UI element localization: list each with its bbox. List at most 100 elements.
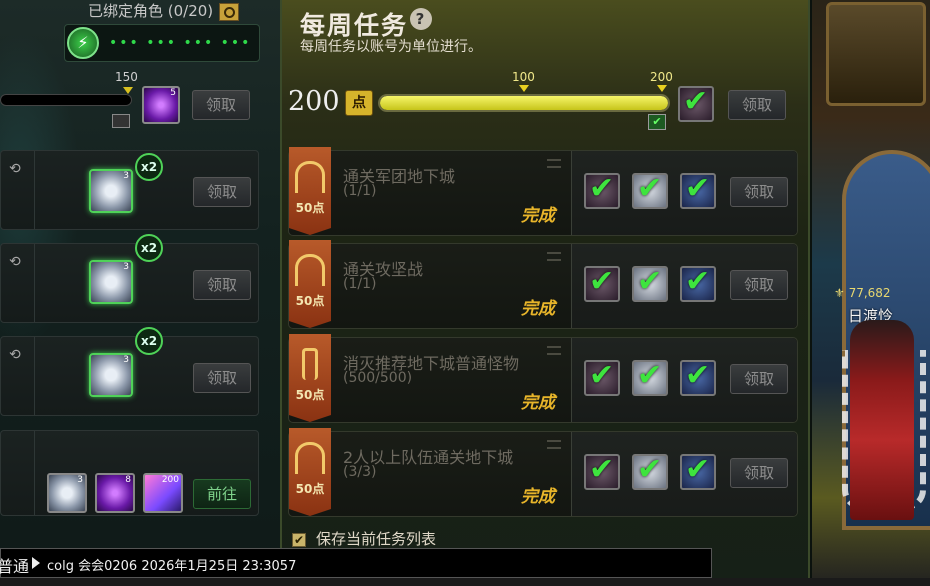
divider <box>34 337 35 415</box>
task-row: 50点 消灭推荐地下城普通怪物 (500/500) 完成 ✔ ✔ ✔ 领取 <box>288 334 798 423</box>
item-count: 200 <box>161 475 179 485</box>
milestone-200-label: 200 <box>650 70 673 84</box>
checkmark-icon: ✔ <box>589 264 615 299</box>
weekly-claim-button[interactable]: 领取 <box>728 90 786 120</box>
game-world-view: ⚜ 77,682 日渡怜 <box>812 0 930 586</box>
save-task-list-checkbox[interactable]: ✔ 保存当前任务列表 <box>292 528 436 549</box>
reward-icon[interactable]: ✔ <box>632 264 668 302</box>
item-count: 3 <box>123 262 129 272</box>
task-row: 50点 通关攻坚战 (1/1) 完成 ✔ ✔ ✔ 领取 <box>288 240 798 329</box>
scenery-structure <box>826 2 926 106</box>
gold-value: 77,682 <box>848 286 891 300</box>
left-reward-row: ⟲ 3 x2 领取 <box>0 327 259 416</box>
search-icon[interactable] <box>219 2 240 21</box>
reward-preview-icon[interactable] <box>112 114 130 128</box>
bottom-strip <box>0 578 930 586</box>
refresh-icon[interactable]: ⟲ <box>9 347 21 363</box>
left-claim-button[interactable]: 领取 <box>192 90 250 120</box>
reward-icon[interactable]: ✔ <box>584 171 620 209</box>
reward-icon[interactable]: ✔ <box>584 264 620 302</box>
reward-icon[interactable]: ✔ <box>680 358 716 396</box>
level-progress-bar <box>0 87 133 106</box>
chat-bar: 普通 colg 会会0206 2026年1月25日 23:3057 <box>0 548 712 578</box>
task-progress: (1/1) <box>343 276 377 292</box>
points-banner: 50点 <box>289 334 331 422</box>
milestone-100-marker-icon <box>519 85 529 92</box>
reward-icon[interactable]: ✔ <box>584 452 620 490</box>
player-character[interactable] <box>850 320 914 520</box>
energy-gauge: ⚡ ••• ••• ••• ••• <box>64 24 260 62</box>
purple-orb-reward-icon[interactable]: 5 <box>142 86 180 124</box>
reward-icon[interactable]: ✔ <box>680 452 716 490</box>
item-count: 8 <box>125 475 131 485</box>
go-button[interactable]: 前往 <box>193 479 251 509</box>
checkmark-icon: ✔ <box>637 358 663 393</box>
purple-orb-item-icon[interactable]: 8 <box>95 473 135 513</box>
play-arrow-icon <box>32 557 40 569</box>
checkbox-icon[interactable]: ✔ <box>292 532 306 547</box>
multiplier-badge: x2 <box>135 234 163 262</box>
multiplier-badge: x2 <box>135 153 163 181</box>
help-icon[interactable]: ? <box>410 8 433 30</box>
reward-icon[interactable]: ✔ <box>584 358 620 396</box>
points-banner: 50点 <box>289 240 331 328</box>
milestone-check-icon: ✔ <box>648 114 666 130</box>
divider <box>34 151 35 229</box>
task-points: 50点 <box>295 294 325 308</box>
row-claim-button[interactable]: 领取 <box>193 177 251 207</box>
refresh-icon[interactable]: ⟲ <box>9 161 21 177</box>
shield-item-icon[interactable]: 3 <box>89 169 133 213</box>
checkmark-icon: ✔ <box>685 452 711 487</box>
task-row: 50点 2人以上队伍通关地下城 (3/3) 完成 ✔ ✔ ✔ 领取 <box>288 428 798 517</box>
marker-triangle-icon <box>123 87 133 94</box>
checkmark-icon: ✔ <box>685 264 711 299</box>
refresh-icon[interactable]: ⟲ <box>9 254 21 270</box>
milestone-reward-icon[interactable]: ✔ <box>678 84 714 122</box>
shield-item-icon[interactable]: 3 <box>47 473 87 513</box>
task-claim-button[interactable]: 领取 <box>730 458 788 488</box>
points-icon: 点 <box>345 90 373 116</box>
points-banner: 50点 <box>289 147 331 235</box>
left-reward-row: ⟲ 3 x2 领取 <box>0 150 259 230</box>
bound-roles-label: 已绑定角色 (0/20) <box>88 2 214 20</box>
reward-icon[interactable]: ✔ <box>632 171 668 209</box>
arch-icon <box>295 254 325 286</box>
reward-icon[interactable]: ✔ <box>632 358 668 396</box>
task-reward-panel: ✔ ✔ ✔ 领取 <box>571 338 797 422</box>
milestone-100-label: 100 <box>512 70 535 84</box>
task-points: 50点 <box>295 482 325 496</box>
task-progress: (500/500) <box>343 370 413 386</box>
left-reward-panel: 已绑定角色 (0/20) ⚡ ••• ••• ••• ••• 150 5 领取 … <box>0 0 280 586</box>
task-progress: (1/1) <box>343 183 377 199</box>
task-claim-button[interactable]: 领取 <box>730 177 788 207</box>
reward-icon[interactable]: ✔ <box>632 452 668 490</box>
task-progress: (3/3) <box>343 464 377 480</box>
item-count: 3 <box>123 355 129 365</box>
milestone-200-marker-icon <box>657 85 667 92</box>
arch-icon <box>295 161 325 193</box>
game-screen: 已绑定角色 (0/20) ⚡ ••• ••• ••• ••• 150 5 领取 … <box>0 0 930 586</box>
points-progress-fill <box>380 96 668 110</box>
checkmark-icon: ✔ <box>685 358 711 393</box>
task-claim-button[interactable]: 领取 <box>730 364 788 394</box>
row-claim-button[interactable]: 领取 <box>193 363 251 393</box>
crystal-item-icon[interactable]: 200 <box>143 473 183 513</box>
reward-icon[interactable]: ✔ <box>680 171 716 209</box>
reward-icon[interactable]: ✔ <box>680 264 716 302</box>
menu-icon <box>547 159 561 168</box>
task-claim-button[interactable]: 领取 <box>730 270 788 300</box>
task-reward-panel: ✔ ✔ ✔ 领取 <box>571 244 797 328</box>
menu-icon <box>547 252 561 261</box>
left-reward-row: 3 8 200 前往 <box>0 430 259 516</box>
chat-channel-tab[interactable]: 普通 <box>0 553 29 577</box>
chat-message: colg 会会0206 2026年1月25日 23:3057 <box>47 559 297 574</box>
checkmark-icon: ✔ <box>683 84 709 119</box>
shield-item-icon[interactable]: 3 <box>89 260 133 304</box>
checkmark-icon: ✔ <box>589 358 615 393</box>
shield-item-icon[interactable]: 3 <box>89 353 133 397</box>
sword-icon <box>302 348 318 380</box>
row-claim-button[interactable]: 领取 <box>193 270 251 300</box>
weekly-task-panel: 每周任务? 每周任务以账号为单位进行。 200 点 100 200 ✔ ✔ 领取… <box>280 0 810 586</box>
item-count: 3 <box>77 475 83 485</box>
menu-icon <box>547 346 561 355</box>
